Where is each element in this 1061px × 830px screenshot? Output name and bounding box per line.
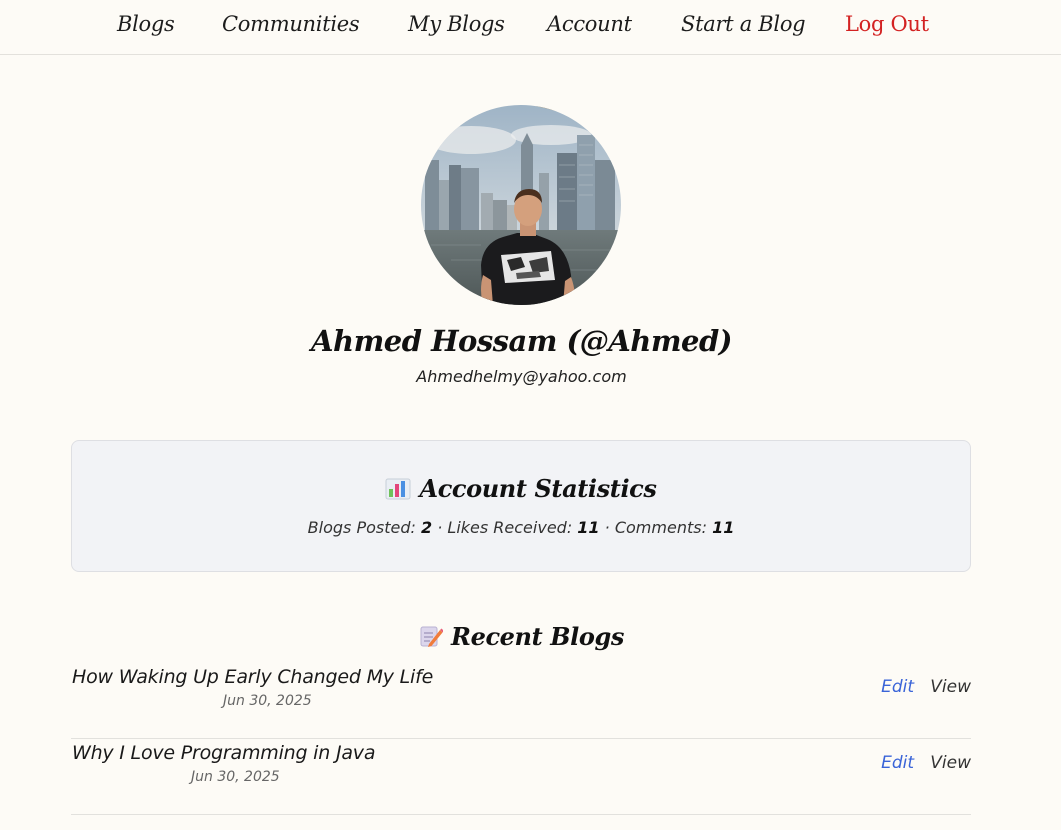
nav-start-blog[interactable]: Start a Blog (681, 12, 806, 36)
blog-row: How Waking Up Early Changed My Life Jun … (71, 662, 971, 739)
blog-date: Jun 30, 2025 (223, 693, 312, 709)
edit-link[interactable]: Edit (881, 677, 914, 697)
nav-my-blogs[interactable]: My Blogs (408, 12, 505, 36)
comments-value: 11 (712, 518, 735, 537)
view-link[interactable]: View (930, 753, 971, 773)
separator: · (437, 518, 443, 537)
avatar (421, 105, 621, 305)
view-link[interactable]: View (930, 677, 971, 697)
account-statistics-card: Account Statistics Blogs Posted: 2 · Lik… (71, 440, 971, 572)
stats-summary: Blogs Posted: 2 · Likes Received: 11 · C… (72, 518, 970, 537)
comments-label: Comments: (614, 518, 707, 537)
profile-photo (421, 105, 621, 305)
separator: · (604, 518, 610, 537)
blogs-posted-label: Blogs Posted: (307, 518, 416, 537)
blog-title[interactable]: Why I Love Programming in Java (72, 742, 375, 764)
stats-heading: Account Statistics (72, 474, 970, 503)
memo-icon (420, 626, 444, 647)
edit-link[interactable]: Edit (881, 753, 914, 773)
nav-account[interactable]: Account (547, 12, 632, 36)
profile-email: Ahmedhelmy@yahoo.com (416, 367, 627, 386)
blog-title[interactable]: How Waking Up Early Changed My Life (72, 666, 433, 688)
blog-row: Why I Love Programming in Java Jun 30, 2… (71, 738, 971, 815)
profile-name: Ahmed Hossam (@Ahmed) (310, 324, 733, 358)
blogs-posted-value: 2 (420, 518, 433, 537)
nav-logout[interactable]: Log Out (845, 12, 929, 36)
blog-date: Jun 30, 2025 (191, 769, 280, 785)
nav-communities[interactable]: Communities (222, 12, 360, 36)
recent-blogs-heading: Recent Blogs (0, 622, 1043, 651)
bar-chart-icon (385, 478, 411, 500)
stats-title: Account Statistics (419, 474, 657, 503)
nav-blogs[interactable]: Blogs (117, 12, 175, 36)
recent-blogs-title: Recent Blogs (451, 622, 624, 651)
top-nav: Blogs Communities My Blogs Account Start… (0, 0, 1061, 55)
likes-received-label: Likes Received: (447, 518, 573, 537)
likes-received-value: 11 (577, 518, 600, 537)
